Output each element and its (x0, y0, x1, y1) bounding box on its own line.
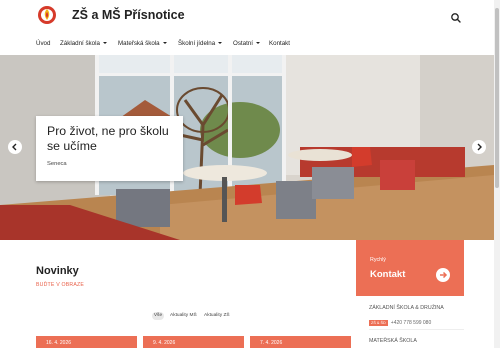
filter-all-button[interactable]: Vše (152, 312, 164, 320)
nav-item-ostatni[interactable]: Ostatní (233, 40, 260, 47)
chevron-down-icon (255, 42, 260, 45)
nav-label: Kontakt (269, 40, 290, 47)
slider-next-button[interactable] (472, 140, 486, 154)
page-scrollbar-thumb[interactable] (495, 8, 499, 188)
site-header: ZŠ a MŠ Přísnotice (0, 0, 494, 36)
quick-contact-label: Rychlý (370, 257, 386, 263)
chevron-down-icon (218, 42, 223, 45)
filter-ms-button[interactable]: Aktuality MŠ (170, 312, 197, 320)
hero-slider: Pro život, ne pro školu se učíme Seneca (0, 55, 494, 240)
chevron-left-icon (12, 143, 17, 151)
nav-item-kontakt[interactable]: Kontakt (269, 40, 290, 47)
divider (369, 329, 464, 330)
news-card[interactable]: 16. 4. 2026 (36, 336, 137, 348)
news-subtitle: BUĎTE V OBRAZE (36, 282, 85, 288)
hero-author: Seneca (47, 161, 67, 167)
slider-prev-button[interactable] (8, 140, 22, 154)
arrow-right-button[interactable] (436, 268, 450, 282)
news-card-date: 9. 4. 2026 (153, 340, 176, 346)
school-phone-link[interactable]: +420 778 599 080 (391, 320, 431, 326)
site-title[interactable]: ZŠ a MŠ Přísnotice (72, 8, 185, 22)
news-card-date: 16. 4. 2026 (46, 340, 72, 346)
nav-item-uvod[interactable]: Úvod (36, 40, 50, 47)
quick-contact-title: Kontakt (370, 269, 406, 280)
nav-item-zakladni-skola[interactable]: Základní škola (60, 40, 107, 47)
quick-contact-box[interactable]: Rychlý Kontakt (356, 240, 464, 296)
nav-label: Úvod (36, 40, 51, 47)
nav-item-skolni-jidelna[interactable]: Školní jídelna (178, 40, 223, 47)
arrow-right-icon (440, 271, 448, 279)
news-card[interactable]: 9. 4. 2026 (143, 336, 244, 348)
filter-zs-button[interactable]: Aktuality ZŠ (204, 312, 230, 320)
hero-title: Pro život, ne pro školu se učíme (47, 124, 169, 153)
chevron-down-icon (162, 42, 167, 45)
main-nav: Úvod Základní škola Mateřská škola Školn… (0, 36, 494, 55)
nav-label: Školní jídelna (178, 40, 216, 47)
school-contact-label: ZÁKLADNÍ ŠKOLA & DRUŽINA (369, 305, 444, 311)
hero-caption: Pro život, ne pro školu se učíme Seneca (36, 116, 183, 181)
chevron-down-icon (102, 42, 107, 45)
nav-label: Mateřská škola (118, 40, 160, 47)
search-icon[interactable] (450, 12, 462, 24)
phone-badge: ZŠ & ŠD (369, 319, 388, 326)
nav-item-materska-skola[interactable]: Mateřská škola (118, 40, 167, 47)
school-logo-icon[interactable] (37, 5, 57, 25)
nav-label: Základní škola (60, 40, 100, 47)
news-card-date: 7. 4. 2026 (260, 340, 283, 346)
nav-label: Ostatní (233, 40, 253, 47)
school-phone-row: ZŠ & ŠD +420 778 599 080 (369, 314, 431, 326)
kindergarten-contact-label: MATEŘSKÁ ŠKOLA (369, 338, 417, 344)
chevron-right-icon (477, 143, 482, 151)
news-card[interactable]: 7. 4. 2026 (250, 336, 351, 348)
news-title: Novinky (36, 265, 79, 277)
